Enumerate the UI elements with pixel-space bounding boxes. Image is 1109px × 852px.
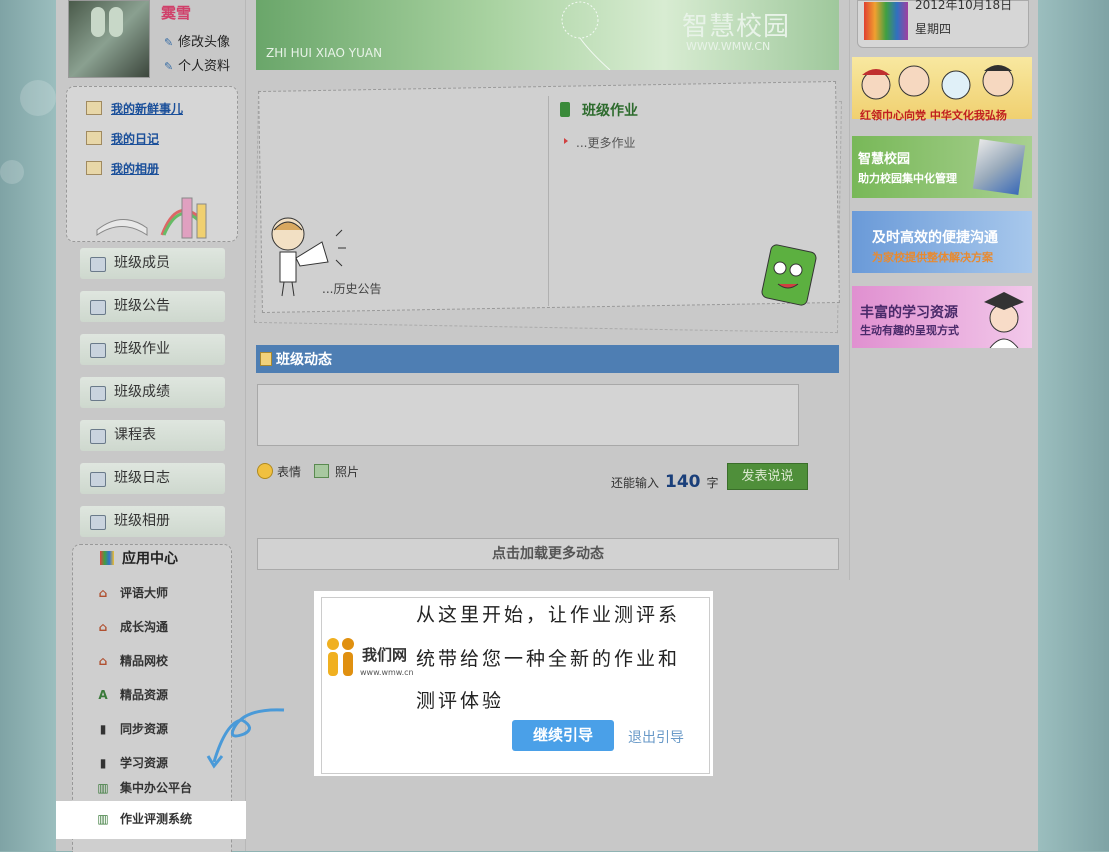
- guide-arrow-icon: [206, 708, 285, 769]
- app-office-platform[interactable]: ▥ 集中办公平台: [96, 779, 192, 796]
- ad-red-scarf[interactable]: 红领巾心向党 中华文化我弘扬: [852, 57, 1032, 122]
- log-icon: [90, 472, 106, 487]
- pencils-icon: [864, 2, 908, 40]
- profile-info-link[interactable]: ✎ 个人资料: [164, 55, 230, 74]
- date-text: 2012年10月18日: [915, 0, 1013, 12]
- grades-icon: [90, 386, 106, 401]
- menu-class-homework[interactable]: 班级作业: [80, 334, 225, 365]
- exit-guide-button[interactable]: 退出引导: [628, 727, 684, 747]
- house-icon: ⌂: [98, 654, 108, 668]
- user-name[interactable]: 霙雪: [161, 2, 191, 23]
- book-icon: ▥: [97, 812, 109, 826]
- menu-schedule[interactable]: 课程表: [80, 420, 225, 451]
- bullet-icon: [564, 138, 568, 144]
- logo-icon: [327, 638, 354, 676]
- my-news-link[interactable]: 我的新鲜事儿: [86, 100, 183, 117]
- menu-class-announcement[interactable]: 班级公告: [80, 291, 225, 322]
- emoji-button[interactable]: 表情: [257, 463, 301, 480]
- stationery-illustration: [96, 197, 207, 239]
- dandelion-illustration: [561, 1, 611, 70]
- background-left: [0, 0, 56, 851]
- book-icon: ▥: [97, 781, 109, 795]
- ad-communication[interactable]: 及时高效的便捷沟通 为家校提供整体解决方案: [852, 211, 1032, 273]
- pencil-icon: ✎: [164, 60, 174, 73]
- guide-text-line: 测评体验: [416, 690, 505, 712]
- homework-icon: [560, 102, 570, 117]
- announcement-icon: [90, 300, 106, 315]
- logo-text: 我们网: [362, 646, 408, 664]
- book-mascot-illustration: [761, 244, 817, 306]
- ad-smart-campus[interactable]: 智慧校园 助力校园集中化管理: [852, 136, 1032, 198]
- homework-icon: [90, 343, 106, 358]
- background-right: [1038, 0, 1109, 851]
- menu-class-grades[interactable]: 班级成绩: [80, 377, 225, 408]
- album-icon: [86, 161, 102, 175]
- app-sync-resources[interactable]: ▮ 同步资源: [96, 720, 168, 737]
- char-counter: 还能输入 140 字: [611, 472, 719, 492]
- column-divider: [849, 0, 850, 580]
- app-growth-communication[interactable]: ⌂ 成长沟通: [96, 618, 168, 635]
- banner-pinyin: ZHI HUI XIAO YUAN: [266, 46, 383, 60]
- house-icon: ⌂: [98, 620, 108, 634]
- history-announcement-link[interactable]: ...历史公告: [322, 280, 381, 297]
- app-quality-resources[interactable]: A 精品资源: [96, 686, 168, 703]
- my-album-link[interactable]: 我的相册: [86, 160, 159, 177]
- calendar-icon: [90, 429, 106, 444]
- diary-icon: [86, 131, 102, 145]
- guide-text-line: 统带给您一种全新的作业和: [416, 648, 681, 670]
- app-online-school[interactable]: ⌂ 精品网校: [96, 652, 168, 669]
- edit-avatar-link[interactable]: ✎ 修改头像: [164, 31, 230, 50]
- my-diary-link[interactable]: 我的日记: [86, 130, 159, 147]
- dynamics-title: 班级动态: [276, 352, 332, 368]
- weekday-text: 星期四: [915, 22, 952, 36]
- app-comment-master[interactable]: ⌂ 评语大师: [96, 584, 168, 601]
- app-study-resources[interactable]: ▮ 学习资源: [96, 754, 168, 771]
- menu-class-album[interactable]: 班级相册: [80, 506, 225, 537]
- continue-guide-button[interactable]: 继续引导: [512, 720, 614, 751]
- banner-url: WWW.WMW.CN: [686, 40, 771, 53]
- logo-url: www.wmw.cn: [360, 668, 414, 677]
- app-homework-evaluation[interactable]: ▥ 作业评测系统: [96, 810, 192, 827]
- letter-a-icon: A: [98, 688, 108, 702]
- phone-icon: ▮: [99, 722, 107, 736]
- banner-title: 智慧校园: [682, 12, 791, 42]
- publish-button[interactable]: 发表说说: [727, 463, 808, 490]
- pencil-icon: ✎: [164, 36, 174, 49]
- menu-class-log[interactable]: 班级日志: [80, 463, 225, 494]
- news-icon: [86, 101, 102, 115]
- load-more-button[interactable]: 点击加载更多动态: [257, 538, 839, 570]
- cartoon-kids-illustration: [861, 65, 1014, 100]
- cube-icon: [972, 139, 1026, 195]
- dynamics-header: [256, 345, 839, 373]
- guide-text-line: 从这里开始，让作业测评系: [416, 604, 681, 626]
- smiley-icon: [257, 463, 273, 479]
- app-center-title: 应用中心: [100, 548, 178, 568]
- photo-icon: [314, 464, 329, 478]
- avatar[interactable]: [68, 0, 150, 78]
- bubble-decoration: [0, 160, 24, 184]
- members-icon: [90, 257, 106, 272]
- bubble-decoration: [20, 80, 56, 116]
- apps-icon: [100, 551, 114, 565]
- album-icon: [90, 515, 106, 530]
- menu-class-members[interactable]: 班级成员: [80, 248, 225, 279]
- ad-study-resources[interactable]: 丰富的学习资源 生动有趣的呈现方式: [852, 286, 1032, 348]
- notepad-icon: [260, 352, 272, 366]
- phone-icon: ▮: [99, 756, 107, 770]
- homework-title: 班级作业: [582, 103, 638, 119]
- student-illustration: [984, 292, 1024, 348]
- house-icon: ⌂: [98, 586, 108, 600]
- more-homework-link[interactable]: ...更多作业: [576, 134, 635, 151]
- photo-button[interactable]: 照片: [314, 463, 359, 480]
- card-divider: [548, 96, 549, 306]
- status-textarea[interactable]: [257, 384, 799, 446]
